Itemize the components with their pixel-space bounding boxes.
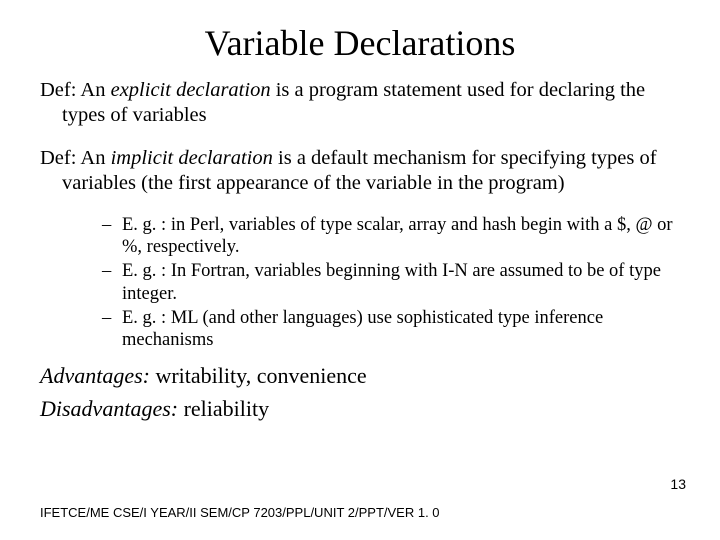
list-item: E. g. : in Perl, variables of type scala… (102, 214, 680, 258)
example-list: E. g. : in Perl, variables of type scala… (102, 214, 680, 351)
def2-term: implicit declaration (111, 147, 273, 169)
advantages-line: Advantages: writability, convenience (40, 363, 680, 389)
definition-implicit: Def: An implicit declaration is a defaul… (40, 146, 680, 196)
list-item: E. g. : ML (and other languages) use sop… (102, 307, 680, 351)
def1-prefix: Def: An (40, 79, 111, 101)
slide-title: Variable Declarations (40, 22, 680, 64)
slide: Variable Declarations Def: An explicit d… (0, 0, 720, 540)
advantages-label: Advantages: (40, 363, 150, 388)
def1-term: explicit declaration (111, 79, 271, 101)
def2-prefix: Def: An (40, 147, 111, 169)
disadvantages-label: Disadvantages: (40, 396, 178, 421)
list-item: E. g. : In Fortran, variables beginning … (102, 260, 680, 304)
advantages-text: writability, convenience (150, 363, 367, 388)
footer-text: IFETCE/ME CSE/I YEAR/II SEM/CP 7203/PPL/… (40, 505, 440, 520)
disadvantages-line: Disadvantages: reliability (40, 396, 680, 422)
disadvantages-text: reliability (178, 396, 269, 421)
slide-body: Def: An explicit declaration is a progra… (40, 78, 680, 422)
page-number: 13 (670, 476, 686, 492)
definition-explicit: Def: An explicit declaration is a progra… (40, 78, 680, 128)
